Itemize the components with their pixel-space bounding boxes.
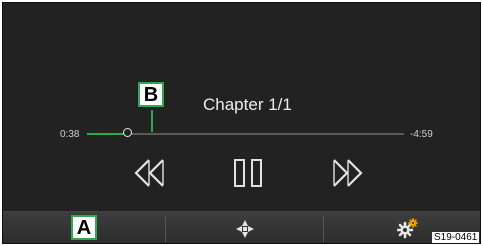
bar-divider bbox=[323, 216, 324, 242]
navigation-icon bbox=[236, 220, 254, 238]
progress-fill bbox=[87, 133, 128, 135]
bar-divider bbox=[165, 216, 166, 242]
player-main-area: Chapter 1/1 0:38 -4:59 B bbox=[3, 3, 480, 211]
callout-a: A bbox=[71, 215, 97, 240]
image-reference-code: S19-0461 bbox=[432, 232, 480, 243]
chapter-label: Chapter 1/1 bbox=[203, 95, 292, 114]
time-elapsed: 0:38 bbox=[60, 129, 80, 140]
settings-gear-icon bbox=[396, 218, 418, 239]
settings-button[interactable] bbox=[396, 218, 419, 240]
progress-bar[interactable] bbox=[87, 133, 404, 135]
rewind-button[interactable] bbox=[133, 157, 167, 194]
pause-icon bbox=[234, 159, 262, 187]
progress-handle[interactable] bbox=[122, 128, 132, 137]
fast-forward-icon bbox=[333, 159, 363, 187]
fast-forward-button[interactable] bbox=[330, 157, 364, 194]
navigation-button[interactable] bbox=[235, 219, 255, 239]
pause-button[interactable] bbox=[233, 157, 263, 194]
rewind-icon bbox=[134, 159, 164, 187]
media-player-screen: Chapter 1/1 0:38 -4:59 B A bbox=[2, 2, 481, 244]
callout-b: B bbox=[138, 82, 164, 107]
time-remaining: -4:59 bbox=[410, 129, 433, 140]
callout-b-leader-line bbox=[151, 110, 153, 132]
